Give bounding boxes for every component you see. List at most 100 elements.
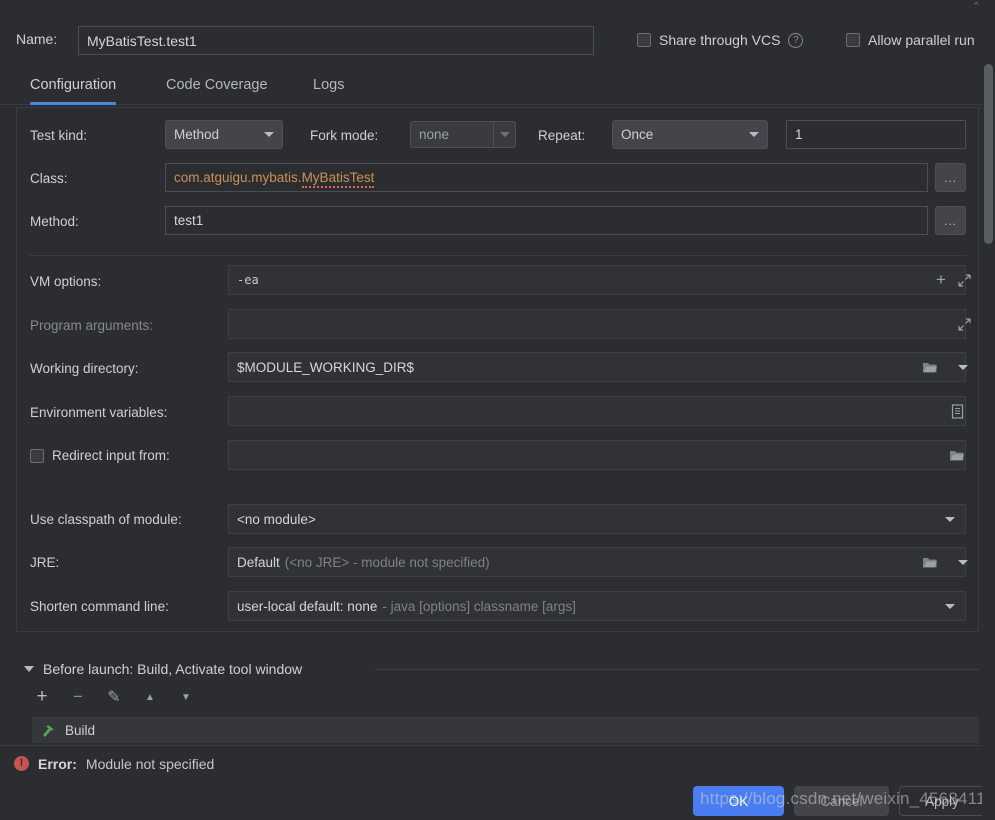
repeat-value: Once — [621, 127, 654, 142]
cancel-button[interactable]: Cancel — [794, 786, 889, 816]
before-launch-header[interactable]: Before launch: Build, Activate tool wind… — [24, 661, 302, 677]
vm-options-value: -ea — [237, 273, 259, 287]
add-icon[interactable]: + — [32, 686, 52, 707]
repeat-label: Repeat: — [538, 128, 586, 143]
chevron-down-icon — [264, 132, 274, 137]
fork-mode-dropdown[interactable]: none — [410, 121, 516, 148]
hammer-svg — [43, 725, 54, 737]
share-vcs-label: Share through VCS — [659, 32, 781, 48]
fork-mode-caret-box[interactable] — [493, 122, 515, 147]
configuration-name-input[interactable] — [78, 26, 594, 55]
list-svg — [951, 403, 963, 419]
jre-dropdown[interactable]: Default (<no JRE> - module not specified… — [228, 547, 966, 577]
class-value-error: MyBatisTest — [301, 170, 375, 188]
working-directory-input[interactable]: $MODULE_WORKING_DIR$ — [228, 352, 966, 382]
expand-icon[interactable] — [955, 314, 973, 334]
tab-code-coverage[interactable]: Code Coverage — [152, 64, 282, 105]
allow-parallel-run-checkbox[interactable]: Allow parallel run — [846, 32, 975, 48]
remove-icon[interactable]: − — [68, 687, 88, 707]
expand-arrows-svg — [957, 317, 971, 331]
tab-configuration-label: Configuration — [30, 76, 117, 93]
method-browse-label: ... — [943, 213, 957, 228]
error-prefix: Error: — [38, 755, 77, 772]
expand-arrows-svg — [957, 273, 971, 287]
remove-icon-glyph: − — [73, 687, 83, 706]
before-launch-toolbar: + − ✎ ▲ ▼ — [32, 686, 196, 707]
jre-label: JRE: — [30, 555, 60, 570]
class-label: Class: — [30, 171, 68, 186]
fork-mode-label: Fork mode: — [310, 128, 379, 143]
class-browse-label: ... — [943, 170, 957, 185]
folder-svg — [923, 362, 937, 372]
folder-svg — [923, 557, 937, 567]
method-value: test1 — [174, 213, 204, 228]
redirect-input-checkbox-box[interactable] — [30, 448, 44, 463]
apply-button[interactable]: Apply — [899, 786, 985, 816]
fork-mode-value: none — [419, 127, 450, 142]
class-browse-button[interactable]: ... — [935, 163, 966, 192]
configuration-panel: Test kind: Method Fork mode: none Repeat… — [16, 107, 979, 632]
chevron-down-icon[interactable] — [953, 357, 973, 377]
edit-pencil-glyph: ✎ — [107, 689, 121, 706]
vm-options-label: VM options: — [30, 274, 102, 289]
class-value-prefix: com.atguigu.mybatis. — [174, 170, 302, 185]
class-value: com.atguigu.mybatis.MyBatisTest — [174, 170, 375, 188]
method-browse-button[interactable]: ... — [935, 206, 966, 235]
chevron-down-icon[interactable] — [953, 552, 973, 572]
apply-button-label: Apply — [925, 793, 959, 809]
test-kind-dropdown[interactable]: Method — [165, 120, 283, 149]
shorten-command-line-label: Shorten command line: — [30, 599, 169, 614]
triangle-down-icon[interactable] — [24, 666, 34, 672]
shorten-command-line-dropdown[interactable]: user-local default: none - java [options… — [228, 591, 966, 621]
vertical-scrollbar-thumb[interactable] — [984, 64, 993, 244]
move-down-icon[interactable]: ▼ — [176, 687, 196, 707]
environment-variables-input[interactable] — [228, 396, 966, 426]
jre-value-hint: (<no JRE> - module not specified) — [284, 554, 490, 570]
tab-bar: Configuration Code Coverage Logs — [0, 64, 995, 105]
allow-parallel-checkbox-box[interactable] — [846, 33, 860, 47]
folder-icon[interactable] — [920, 357, 940, 377]
ok-button-label: OK — [728, 793, 749, 809]
repeat-count-value: 1 — [795, 127, 803, 142]
expand-icon[interactable] — [955, 270, 973, 290]
before-launch-task-list[interactable]: Build — [32, 717, 979, 743]
error-circle-icon: ! — [14, 756, 29, 771]
move-up-icon[interactable]: ▲ — [140, 687, 160, 707]
ok-button[interactable]: OK — [693, 786, 784, 816]
list-icon[interactable] — [947, 401, 967, 421]
method-input[interactable]: test1 — [165, 206, 928, 235]
class-input[interactable]: com.atguigu.mybatis.MyBatisTest — [165, 163, 928, 192]
share-vcs-checkbox-box[interactable] — [637, 33, 651, 47]
tab-logs[interactable]: Logs — [299, 64, 358, 105]
before-launch-rule — [374, 669, 979, 670]
allow-parallel-label: Allow parallel run — [868, 32, 975, 48]
program-arguments-label: Program arguments: — [30, 318, 154, 333]
program-arguments-input[interactable] — [228, 309, 966, 339]
use-classpath-dropdown[interactable]: <no module> — [228, 504, 966, 534]
folder-icon[interactable] — [947, 445, 967, 465]
shorten-command-line-value-main: user-local default: none — [237, 598, 378, 614]
use-classpath-value: <no module> — [237, 511, 316, 527]
working-directory-value: $MODULE_WORKING_DIR$ — [237, 359, 415, 375]
share-through-vcs-checkbox[interactable]: Share through VCS ? — [637, 32, 804, 48]
test-kind-label: Test kind: — [30, 128, 88, 143]
plus-icon[interactable]: + — [932, 270, 950, 290]
edit-pencil-icon[interactable]: ✎ — [104, 687, 124, 707]
before-launch-title: Before launch: Build, Activate tool wind… — [43, 661, 303, 677]
tab-logs-label: Logs — [313, 76, 345, 93]
chevron-down-icon — [499, 132, 510, 137]
move-down-glyph: ▼ — [181, 691, 191, 703]
redirect-input-field[interactable] — [228, 440, 966, 470]
folder-icon[interactable] — [920, 552, 940, 572]
vertical-scrollbar[interactable] — [982, 0, 995, 820]
redirect-input-checkbox[interactable]: Redirect input from: — [30, 448, 170, 463]
repeat-dropdown[interactable]: Once — [612, 120, 768, 149]
vm-options-input[interactable]: -ea — [228, 265, 966, 295]
help-circle-icon[interactable]: ? — [788, 32, 804, 48]
tab-configuration[interactable]: Configuration — [16, 64, 130, 105]
section-divider-1 — [29, 255, 967, 256]
working-directory-label: Working directory: — [30, 361, 139, 376]
error-message: Module not specified — [85, 755, 215, 772]
name-label: Name: — [16, 31, 58, 47]
repeat-count-input[interactable]: 1 — [786, 120, 966, 149]
